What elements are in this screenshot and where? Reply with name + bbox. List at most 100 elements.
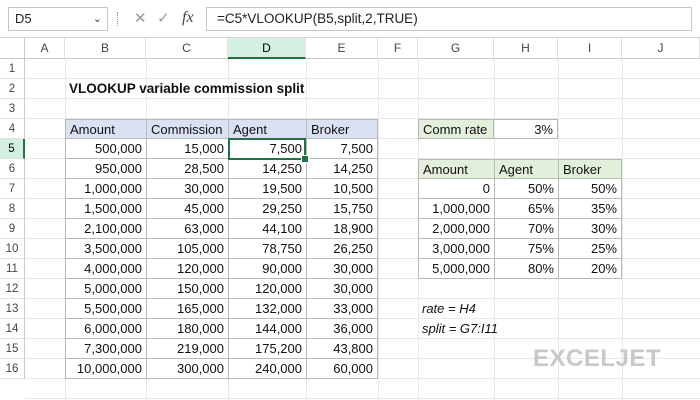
row-header-14[interactable]: 14 — [0, 319, 25, 339]
split-cell[interactable]: 35% — [558, 199, 622, 219]
split-cell[interactable]: 3,000,000 — [418, 239, 494, 259]
table-cell[interactable]: 3,500,000 — [65, 239, 146, 259]
split-cell[interactable]: 50% — [558, 179, 622, 199]
table-cell[interactable]: 6,000,000 — [65, 319, 146, 339]
table-cell[interactable]: 44,100 — [228, 219, 306, 239]
table-cell[interactable]: 15,000 — [146, 139, 228, 159]
table-cell[interactable]: 30,000 — [306, 279, 378, 299]
split-cell[interactable]: 30% — [558, 219, 622, 239]
column-header-d[interactable]: D — [228, 38, 306, 59]
row-header-6[interactable]: 6 — [0, 159, 25, 179]
table-cell[interactable]: 90,000 — [228, 259, 306, 279]
row-header-10[interactable]: 10 — [0, 239, 25, 259]
row-header-7[interactable]: 7 — [0, 179, 25, 199]
table-cell[interactable]: 30,000 — [306, 259, 378, 279]
table-cell[interactable]: 15,750 — [306, 199, 378, 219]
table-cell[interactable]: 43,800 — [306, 339, 378, 359]
cancel-icon[interactable]: ✕ — [134, 9, 147, 27]
table-cell[interactable]: 29,250 — [228, 199, 306, 219]
table-cell[interactable]: 78,750 — [228, 239, 306, 259]
table-cell[interactable]: 500,000 — [65, 139, 146, 159]
formula-input[interactable]: =C5*VLOOKUP(B5,split,2,TRUE) — [206, 7, 692, 31]
table-cell[interactable]: 175,200 — [228, 339, 306, 359]
table-cell[interactable]: 4,000,000 — [65, 259, 146, 279]
table-cell[interactable]: 1,000,000 — [65, 179, 146, 199]
split-header-amount: Amount — [418, 159, 494, 179]
table-cell[interactable]: 26,250 — [306, 239, 378, 259]
table-cell[interactable]: 165,000 — [146, 299, 228, 319]
split-cell[interactable]: 1,000,000 — [418, 199, 494, 219]
table-cell[interactable]: 10,500 — [306, 179, 378, 199]
row-header-11[interactable]: 11 — [0, 259, 25, 279]
fill-handle[interactable] — [301, 155, 309, 163]
table-cell[interactable]: 132,000 — [228, 299, 306, 319]
column-header-i[interactable]: I — [558, 38, 622, 59]
gridline-vertical — [378, 59, 379, 400]
select-all-corner[interactable] — [0, 38, 25, 59]
table-cell[interactable]: 10,000,000 — [65, 359, 146, 379]
comm-rate-value[interactable]: 3% — [494, 119, 558, 139]
split-cell[interactable]: 20% — [558, 259, 622, 279]
column-header-a[interactable]: A — [25, 38, 65, 59]
table-cell[interactable]: 150,000 — [146, 279, 228, 299]
column-header-b[interactable]: B — [65, 38, 146, 59]
row-header-8[interactable]: 8 — [0, 199, 25, 219]
table-cell[interactable]: 240,000 — [228, 359, 306, 379]
table-cell[interactable]: 180,000 — [146, 319, 228, 339]
table-cell[interactable]: 5,000,000 — [65, 279, 146, 299]
enter-check-icon[interactable]: ✓ — [157, 9, 170, 27]
split-cell[interactable]: 0 — [418, 179, 494, 199]
split-cell[interactable]: 50% — [494, 179, 558, 199]
row-header-9[interactable]: 9 — [0, 219, 25, 239]
table-cell[interactable]: 45,000 — [146, 199, 228, 219]
split-cell[interactable]: 70% — [494, 219, 558, 239]
column-header-f[interactable]: F — [378, 38, 418, 59]
table-cell[interactable]: 950,000 — [65, 159, 146, 179]
table-cell[interactable]: 36,000 — [306, 319, 378, 339]
insert-function-icon[interactable]: fx — [182, 9, 194, 27]
row-header-12[interactable]: 12 — [0, 279, 25, 299]
table-cell[interactable]: 120,000 — [146, 259, 228, 279]
table-cell[interactable]: 19,500 — [228, 179, 306, 199]
table-cell[interactable]: 60,000 — [306, 359, 378, 379]
table-cell[interactable]: 14,250 — [306, 159, 378, 179]
row-header-1[interactable]: 1 — [0, 59, 25, 79]
column-header-h[interactable]: H — [494, 38, 558, 59]
table-cell[interactable]: 1,500,000 — [65, 199, 146, 219]
row-header-2[interactable]: 2 — [0, 79, 25, 99]
row-header-3[interactable]: 3 — [0, 99, 25, 119]
row-header-13[interactable]: 13 — [0, 299, 25, 319]
row-header-15[interactable]: 15 — [0, 339, 25, 359]
table-cell[interactable]: 33,000 — [306, 299, 378, 319]
table-cell[interactable]: 120,000 — [228, 279, 306, 299]
split-cell[interactable]: 65% — [494, 199, 558, 219]
table-cell[interactable]: 219,000 — [146, 339, 228, 359]
column-header-g[interactable]: G — [418, 38, 494, 59]
split-cell[interactable]: 80% — [494, 259, 558, 279]
table-cell[interactable]: 5,500,000 — [65, 299, 146, 319]
table-cell[interactable]: 2,100,000 — [65, 219, 146, 239]
row-header-16[interactable]: 16 — [0, 359, 25, 379]
split-cell[interactable]: 25% — [558, 239, 622, 259]
split-cell[interactable]: 75% — [494, 239, 558, 259]
table-cell[interactable]: 300,000 — [146, 359, 228, 379]
split-cell[interactable]: 2,000,000 — [418, 219, 494, 239]
column-header-e[interactable]: E — [306, 38, 378, 59]
column-headers: ABCDEFGHIJ — [0, 38, 700, 60]
table-cell[interactable]: 30,000 — [146, 179, 228, 199]
column-header-j[interactable]: J — [622, 38, 700, 59]
table-cell[interactable]: 28,500 — [146, 159, 228, 179]
table-cell[interactable]: 7,300,000 — [65, 339, 146, 359]
row-header-5[interactable]: 5 — [0, 139, 25, 159]
column-header-c[interactable]: C — [146, 38, 228, 59]
row-header-4[interactable]: 4 — [0, 119, 25, 139]
table-cell[interactable]: 63,000 — [146, 219, 228, 239]
split-cell[interactable]: 5,000,000 — [418, 259, 494, 279]
table-cell[interactable]: 7,500 — [306, 139, 378, 159]
table-cell[interactable]: 144,000 — [228, 319, 306, 339]
table-cell[interactable]: 18,900 — [306, 219, 378, 239]
table-cell[interactable]: 14,250 — [228, 159, 306, 179]
table-cell[interactable]: 105,000 — [146, 239, 228, 259]
chevron-down-icon[interactable]: ⌄ — [93, 8, 102, 30]
name-box[interactable]: D5 ⌄ — [8, 7, 108, 31]
